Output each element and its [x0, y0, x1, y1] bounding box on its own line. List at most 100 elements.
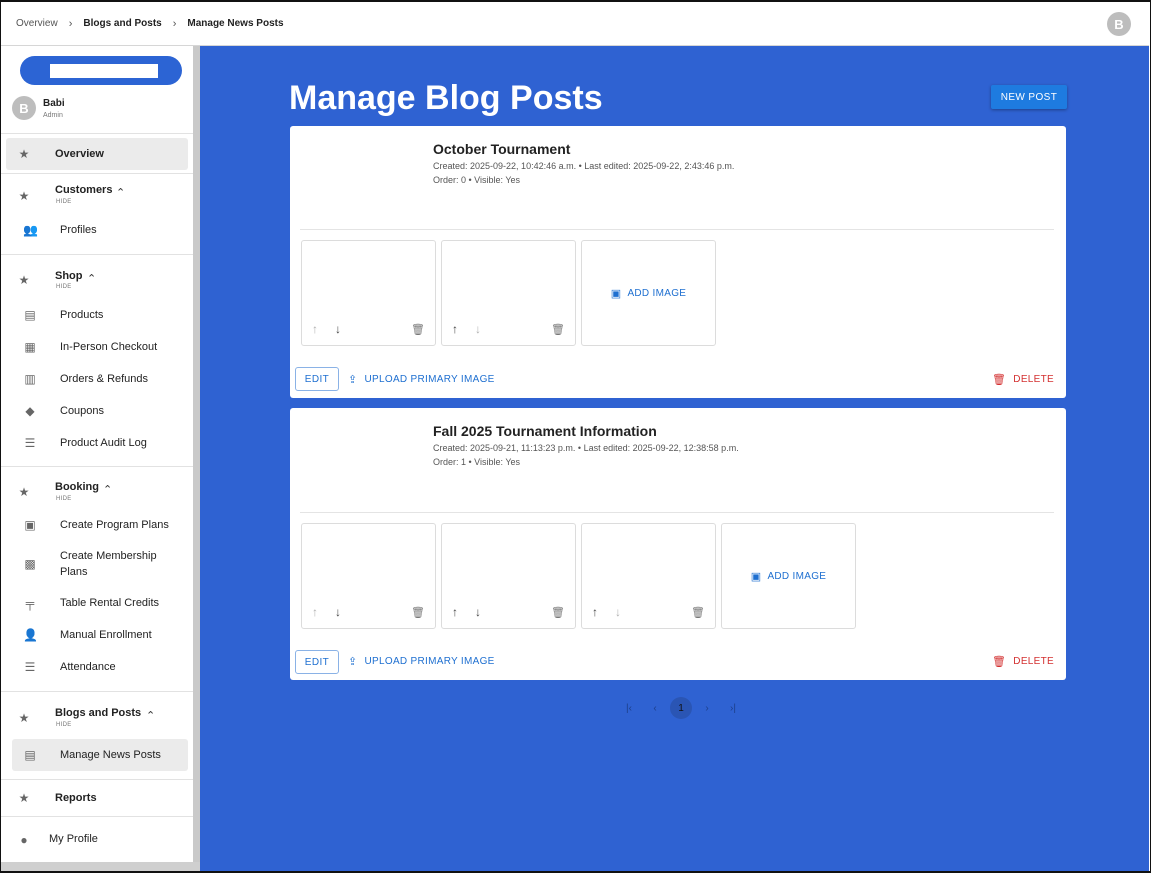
person-icon: ●: [20, 833, 28, 847]
prev-page-icon[interactable]: ‹: [644, 697, 666, 719]
divider: [300, 512, 1054, 513]
arrow-up-icon[interactable]: ↑: [592, 605, 598, 619]
section-blogs-and-posts[interactable]: ★ Blogs and Posts ⌃ HIDE: [1, 692, 193, 736]
sidebar-item-products[interactable]: ▤ Products: [1, 299, 193, 331]
sidebar-item-label: Table Rental Credits: [60, 597, 160, 609]
hide-label[interactable]: HIDE: [56, 496, 72, 502]
chevron-up-icon[interactable]: ⌃: [146, 709, 155, 722]
people-icon: 👥: [23, 223, 38, 237]
sidebar-item-profiles[interactable]: 👥 Profiles: [1, 214, 193, 246]
new-post-button[interactable]: NEW POST: [991, 85, 1067, 109]
add-photo-icon: ▣: [610, 287, 622, 300]
post-dates: Created: 2025-09-22, 10:42:46 a.m. • Las…: [433, 161, 735, 171]
arrow-down-icon[interactable]: ↓: [335, 605, 341, 619]
sidebar-item-create-membership-plans[interactable]: ▩ Create Membership Plans: [1, 541, 193, 587]
delete-button[interactable]: 🗑 DELETE: [992, 655, 1054, 668]
sidebar-item-orders-refunds[interactable]: ▥ Orders & Refunds: [1, 363, 193, 395]
sidebar-horizontal-scrollbar[interactable]: [1, 862, 200, 871]
sidebar-item-my-profile[interactable]: ● My Profile: [1, 817, 193, 851]
add-image-button[interactable]: ▣ ADD IMAGE: [581, 240, 716, 346]
sidebar-item-label: Overview: [55, 148, 104, 160]
chevron-up-icon[interactable]: ⌃: [116, 186, 125, 199]
add-image-label: ADD IMAGE: [627, 287, 687, 299]
edit-button[interactable]: EDIT: [295, 650, 339, 674]
arrow-down-icon[interactable]: ↓: [335, 322, 341, 336]
chevron-up-icon[interactable]: ⌃: [103, 483, 112, 496]
sidebar-item-create-program-plans[interactable]: ▣ Create Program Plans: [1, 509, 193, 541]
chevron-right-icon: ›: [68, 17, 73, 30]
user-role: Admin: [43, 111, 63, 119]
pagination: |‹ ‹ 1 › ›|: [618, 697, 748, 719]
sidebar-scrollbar[interactable]: [193, 46, 200, 862]
arrow-up-icon[interactable]: ↑: [452, 322, 458, 336]
chevron-up-icon[interactable]: ⌃: [87, 272, 96, 285]
section-booking[interactable]: ★ Booking ⌃ HIDE: [1, 467, 193, 509]
sidebar: B Babi Admin ★ Overview ★ Customers ⌃ HI…: [1, 46, 193, 862]
star-icon: ★: [18, 485, 30, 499]
upload-primary-label: UPLOAD PRIMARY IMAGE: [364, 656, 495, 667]
sidebar-item-attendance[interactable]: ☰ Attendance: [1, 651, 193, 683]
delete-button[interactable]: 🗑 DELETE: [992, 373, 1054, 386]
user-name: Babi: [43, 97, 65, 109]
last-page-icon[interactable]: ›|: [722, 697, 744, 719]
table-icon: ╤: [25, 596, 35, 610]
star-icon: ★: [18, 189, 30, 203]
sidebar-item-reports[interactable]: ★ Reports: [1, 780, 193, 816]
section-shop[interactable]: ★ Shop ⌃ HIDE: [1, 255, 193, 299]
post-dates: Created: 2025-09-21, 11:13:23 p.m. • Las…: [433, 443, 739, 453]
breadcrumb-blogs-and-posts[interactable]: Blogs and Posts: [83, 18, 161, 29]
trash-icon[interactable]: 🗑: [551, 323, 565, 336]
page-button-current[interactable]: 1: [670, 697, 692, 719]
arrow-down-icon[interactable]: ↓: [475, 322, 481, 336]
breadcrumb-overview[interactable]: Overview: [16, 18, 58, 29]
arrow-up-icon[interactable]: ↑: [312, 605, 318, 619]
add-image-button[interactable]: ▣ ADD IMAGE: [721, 523, 856, 629]
top-bar: Overview › Blogs and Posts › Manage News…: [1, 2, 1149, 46]
trash-icon[interactable]: 🗑: [411, 606, 425, 619]
receipt-icon: ▥: [24, 372, 36, 386]
divider: [300, 229, 1054, 230]
sidebar-search[interactable]: [20, 56, 182, 85]
sidebar-item-label: In-Person Checkout: [60, 341, 158, 353]
edit-button[interactable]: EDIT: [295, 367, 339, 391]
trash-icon[interactable]: 🗑: [411, 323, 425, 336]
sidebar-search-input[interactable]: [50, 64, 158, 78]
sidebar-item-label: Coupons: [60, 405, 105, 417]
hide-label[interactable]: HIDE: [56, 284, 72, 290]
account-avatar[interactable]: B: [1107, 12, 1131, 36]
sidebar-item-manual-enrollment[interactable]: 👤 Manual Enrollment: [1, 619, 193, 651]
sidebar-item-in-person-checkout[interactable]: ▦ In-Person Checkout: [1, 331, 193, 363]
breadcrumb: Overview › Blogs and Posts › Manage News…: [1, 18, 284, 30]
trash-icon[interactable]: 🗑: [691, 606, 705, 619]
post-card: Fall 2025 Tournament Information Created…: [290, 408, 1066, 680]
sidebar-item-label: Manual Enrollment: [60, 629, 152, 641]
section-customers[interactable]: ★ Customers ⌃ HIDE: [1, 174, 193, 214]
register-icon: ▦: [24, 340, 36, 354]
section-title: Customers: [55, 184, 113, 196]
sidebar-item-coupons[interactable]: ◆ Coupons: [1, 395, 193, 427]
hide-label[interactable]: HIDE: [56, 199, 72, 205]
section-title: Booking: [55, 481, 99, 493]
arrow-up-icon[interactable]: ↑: [312, 322, 318, 336]
first-page-icon[interactable]: |‹: [618, 697, 640, 719]
sidebar-item-overview[interactable]: ★ Overview: [6, 138, 188, 170]
sidebar-item-manage-news-posts[interactable]: ▤ Manage News Posts: [12, 739, 188, 771]
arrow-up-icon[interactable]: ↑: [452, 605, 458, 619]
trash-icon[interactable]: 🗑: [551, 606, 565, 619]
upload-primary-image-button[interactable]: ⇪ UPLOAD PRIMARY IMAGE: [348, 655, 495, 668]
next-page-icon[interactable]: ›: [696, 697, 718, 719]
article-icon: ▤: [24, 748, 36, 762]
hide-label[interactable]: HIDE: [56, 722, 72, 728]
delete-label: DELETE: [1013, 656, 1054, 667]
trash-icon: 🗑: [992, 374, 1007, 386]
upload-primary-image-button[interactable]: ⇪ UPLOAD PRIMARY IMAGE: [348, 373, 495, 386]
arrow-down-icon[interactable]: ↓: [615, 605, 621, 619]
sidebar-item-table-rental-credits[interactable]: ╤ Table Rental Credits: [1, 587, 193, 619]
breadcrumb-manage-news-posts: Manage News Posts: [187, 18, 284, 29]
sidebar-item-product-audit-log[interactable]: ☰ Product Audit Log: [1, 427, 193, 459]
trash-icon: 🗑: [992, 656, 1007, 668]
user-info: B Babi Admin: [12, 96, 65, 120]
arrow-down-icon[interactable]: ↓: [475, 605, 481, 619]
upload-file-icon: ⇪: [348, 374, 358, 386]
image-slot: ↑ ↓ 🗑: [301, 240, 436, 346]
